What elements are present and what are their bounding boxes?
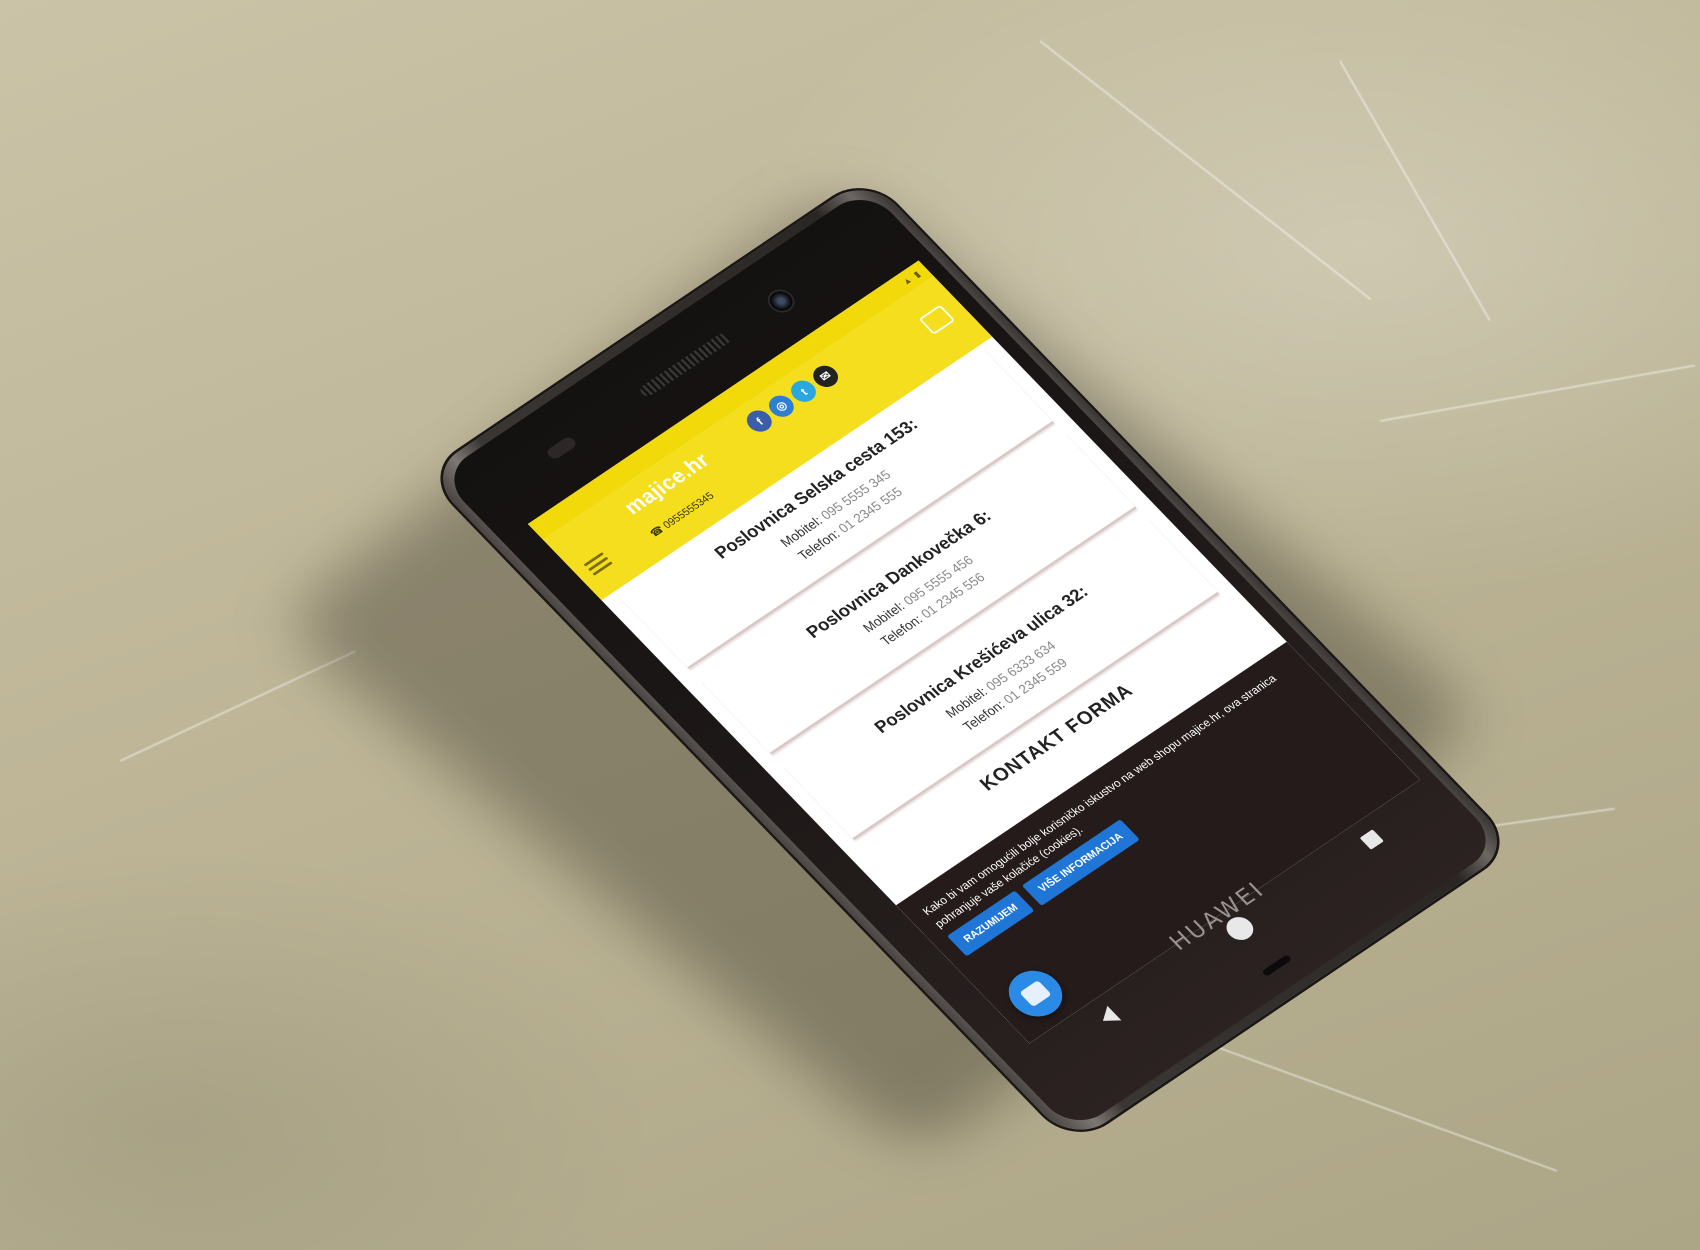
marble-vein bbox=[1199, 1040, 1558, 1172]
chat-icon bbox=[1019, 980, 1052, 1008]
proximity-sensor bbox=[545, 435, 579, 461]
battery-icon: ▮ bbox=[911, 269, 923, 280]
marble-vein bbox=[119, 650, 357, 762]
signal-icon: ▲ bbox=[900, 275, 915, 288]
usb-port bbox=[1261, 954, 1293, 977]
marble-vein bbox=[1379, 364, 1696, 422]
marble-vein bbox=[1039, 40, 1372, 301]
earpiece-speaker bbox=[637, 331, 733, 399]
menu-icon[interactable] bbox=[581, 549, 615, 578]
marble-vein bbox=[1339, 60, 1491, 322]
cart-icon[interactable] bbox=[918, 304, 956, 335]
front-camera bbox=[762, 285, 801, 317]
